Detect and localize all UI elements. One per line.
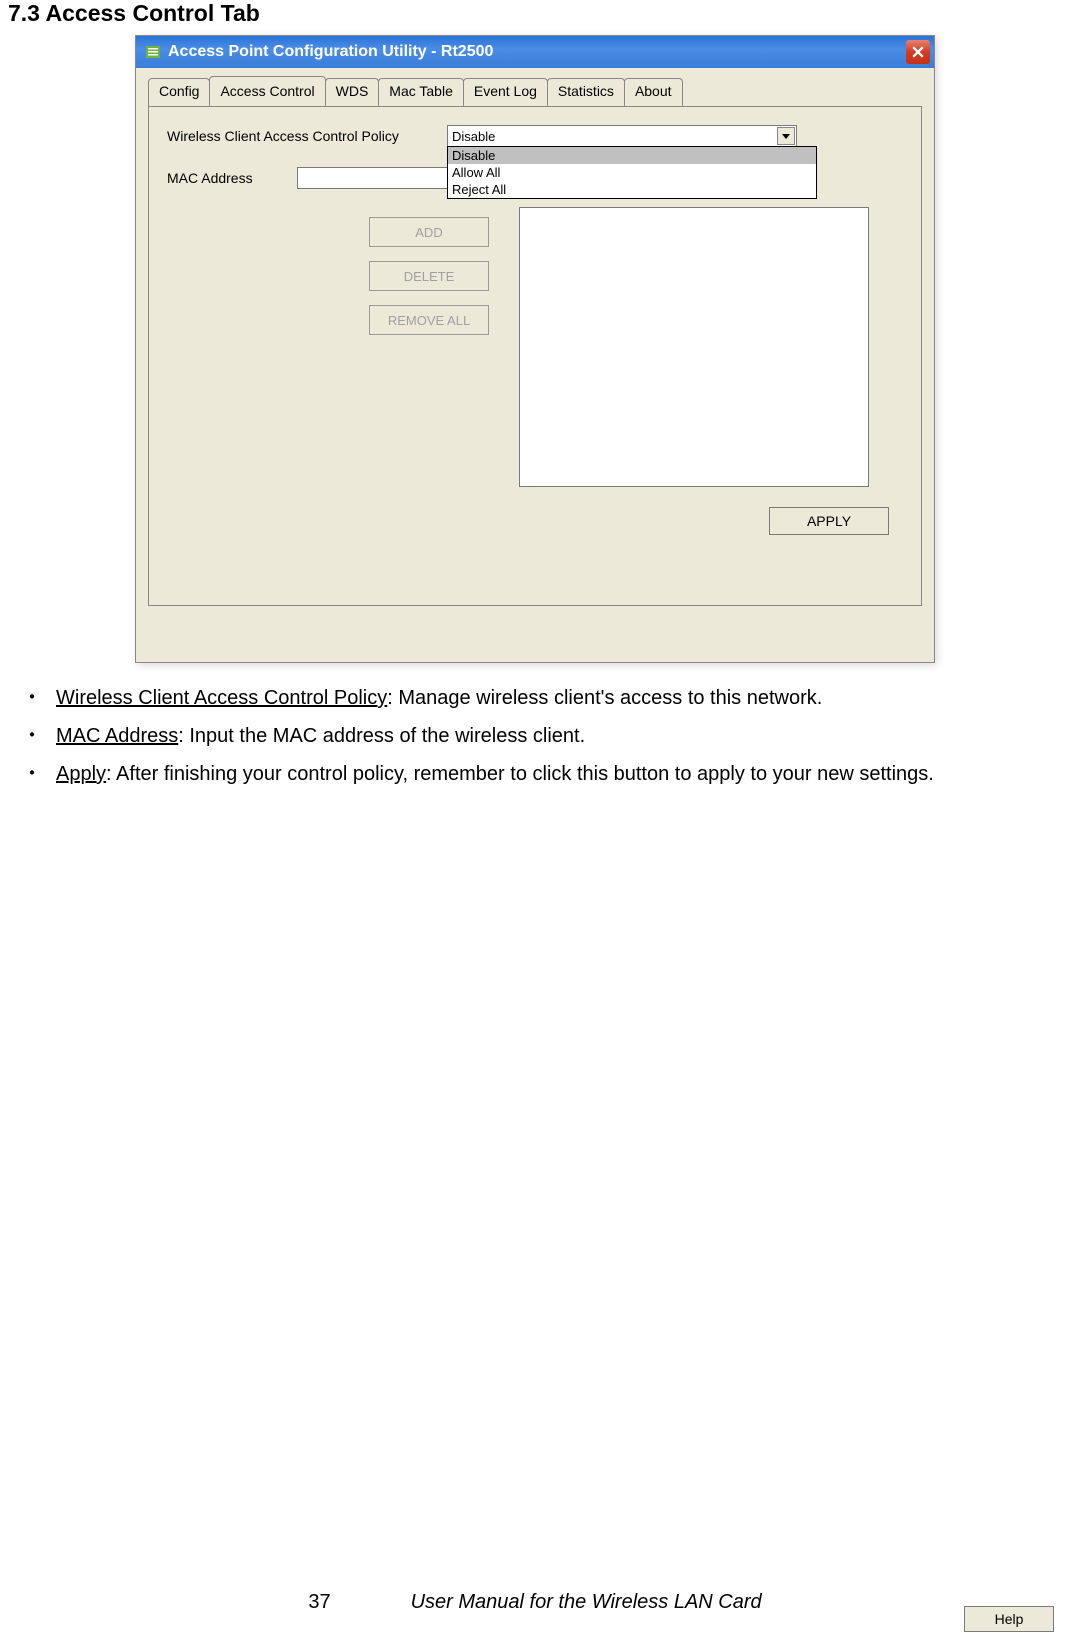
delete-button[interactable]: DELETE — [369, 261, 489, 291]
add-button[interactable]: ADD — [369, 217, 489, 247]
bullet-desc: : After finishing your control policy, r… — [106, 763, 934, 785]
policy-dropdown-list[interactable]: Disable Allow All Reject All — [447, 146, 817, 199]
tab-panel: Wireless Client Access Control Policy Di… — [148, 106, 922, 606]
policy-option-allow-all[interactable]: Allow All — [448, 164, 816, 181]
close-icon — [912, 46, 924, 58]
page-footer: 37 User Manual for the Wireless LAN Card — [0, 1591, 1070, 1614]
chevron-down-icon[interactable] — [777, 127, 795, 145]
bullet-apply: Apply: After finishing your control poli… — [16, 757, 1062, 791]
tab-bar: Config Access Control WDS Mac Table Even… — [136, 68, 934, 106]
address-listbox[interactable] — [519, 207, 869, 487]
bullet-desc: : Manage wireless client's access to thi… — [387, 687, 822, 709]
description-list: Wireless Client Access Control Policy: M… — [8, 681, 1062, 791]
close-button[interactable] — [906, 40, 930, 64]
tab-about[interactable]: About — [624, 78, 683, 106]
window-bottom-bar: Help — [136, 616, 934, 662]
tab-wds[interactable]: WDS — [325, 78, 380, 106]
remove-all-button[interactable]: REMOVE ALL — [369, 305, 489, 335]
bullet-term: Wireless Client Access Control Policy — [56, 687, 387, 709]
section-heading: 7.3 Access Control Tab — [8, 0, 1062, 27]
config-window: Access Point Configuration Utility - Rt2… — [135, 35, 935, 663]
app-icon — [144, 43, 162, 61]
bullet-policy: Wireless Client Access Control Policy: M… — [16, 681, 1062, 715]
apply-button[interactable]: APPLY — [769, 507, 889, 535]
mac-address-label: MAC Address — [167, 170, 297, 186]
bullet-term: Apply — [56, 763, 106, 785]
tab-mac-table[interactable]: Mac Table — [378, 78, 464, 106]
bullet-term: MAC Address — [56, 725, 178, 747]
bullet-mac: MAC Address: Input the MAC address of th… — [16, 719, 1062, 753]
window-title: Access Point Configuration Utility - Rt2… — [168, 43, 493, 61]
bullet-desc: : Input the MAC address of the wireless … — [178, 725, 585, 747]
tab-statistics[interactable]: Statistics — [547, 78, 625, 106]
policy-selected-value: Disable — [452, 129, 495, 144]
tab-config[interactable]: Config — [148, 78, 210, 106]
policy-dropdown[interactable]: Disable Disable Allow All Reject All — [447, 125, 797, 147]
tab-event-log[interactable]: Event Log — [463, 78, 548, 106]
tab-access-control[interactable]: Access Control — [209, 76, 325, 104]
page-number: 37 — [308, 1591, 330, 1614]
window-titlebar[interactable]: Access Point Configuration Utility - Rt2… — [136, 36, 934, 68]
footer-doc-title: User Manual for the Wireless LAN Card — [411, 1591, 762, 1614]
policy-option-disable[interactable]: Disable — [448, 147, 816, 164]
mac-address-input[interactable] — [297, 167, 467, 189]
policy-option-reject-all[interactable]: Reject All — [448, 181, 816, 198]
policy-label: Wireless Client Access Control Policy — [167, 128, 447, 144]
